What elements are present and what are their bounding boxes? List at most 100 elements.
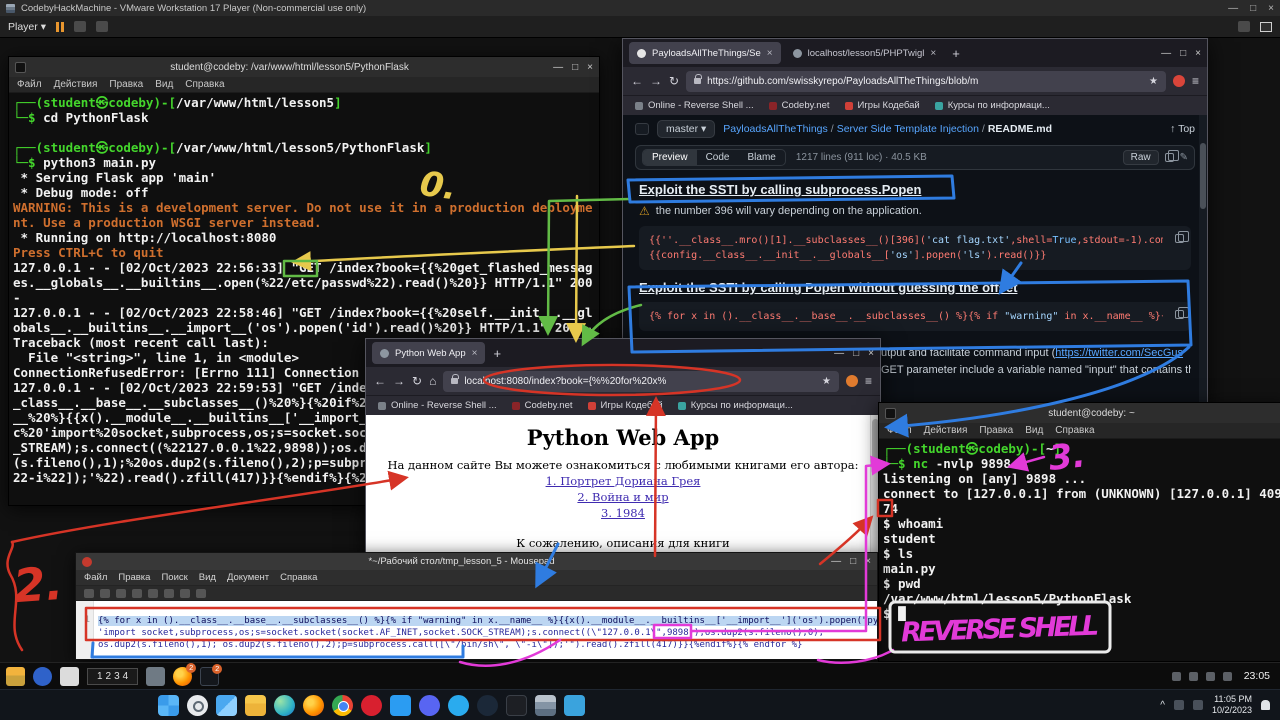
close-button[interactable]: ×: [865, 556, 871, 567]
start-icon[interactable]: [158, 695, 179, 716]
redo-icon[interactable]: [148, 589, 158, 598]
minimize-button[interactable]: —: [834, 348, 844, 359]
unity-mode-icon[interactable]: [1260, 22, 1272, 32]
close-button[interactable]: ×: [587, 62, 593, 73]
mousepad-titlebar[interactable]: *~/Рабочий стол/tmp_lesson_5 - Mousepad …: [76, 553, 877, 570]
forward-button[interactable]: →: [393, 374, 405, 388]
menu-icon[interactable]: ≡: [865, 374, 872, 388]
notification-bell-icon[interactable]: [1261, 700, 1270, 710]
close-button[interactable]: ×: [868, 348, 874, 359]
vm-clock[interactable]: 23:05: [1244, 670, 1270, 682]
terminal-menu-item[interactable]: Вид: [1025, 425, 1043, 436]
bookmark-item[interactable]: Online - Reverse Shell ...: [635, 100, 754, 111]
book-link-3[interactable]: 3. 1984: [366, 506, 880, 520]
terminal-titlebar[interactable]: student@codeby: ~: [879, 403, 1280, 423]
bookmark-star-icon[interactable]: ★: [822, 376, 831, 387]
bookmark-item[interactable]: Игры Кодебай: [588, 400, 663, 411]
tab-close-icon[interactable]: ×: [930, 48, 936, 59]
telegram-icon[interactable]: [448, 695, 469, 716]
files-icon[interactable]: [60, 667, 79, 686]
new-file-icon[interactable]: [84, 589, 94, 598]
editor-menu-item[interactable]: Документ: [227, 572, 269, 583]
search-icon[interactable]: [187, 695, 208, 716]
back-to-top-link[interactable]: ↑ Top: [1170, 123, 1195, 135]
tab-close-icon[interactable]: ×: [472, 348, 478, 359]
minimize-button[interactable]: —: [1161, 48, 1171, 59]
terminal-menu-item[interactable]: Справка: [1055, 425, 1094, 436]
tab-close-icon[interactable]: ×: [767, 48, 773, 59]
reload-button[interactable]: ↻: [412, 374, 422, 388]
terminal-menu-item[interactable]: Файл: [887, 425, 912, 436]
terminal-icon[interactable]: 2: [200, 667, 219, 686]
new-tab-button[interactable]: +: [489, 346, 505, 361]
close-button[interactable]: ×: [1195, 48, 1201, 59]
firefox-icon[interactable]: [303, 695, 324, 716]
edit-pencil-icon[interactable]: ✎: [1180, 152, 1188, 163]
terminal-icon[interactable]: [506, 695, 527, 716]
volume-icon[interactable]: [1189, 672, 1198, 681]
vmware-minimize-button[interactable]: —: [1228, 3, 1238, 14]
tab-blame[interactable]: Blame: [738, 150, 784, 165]
menu-icon[interactable]: ≡: [1192, 74, 1199, 88]
editor-body[interactable]: 1 {% for x in ().__class__.__base__.__su…: [76, 601, 877, 659]
ctrl-alt-del-icon[interactable]: [74, 21, 86, 32]
maximize-button[interactable]: □: [1180, 48, 1186, 59]
save-icon[interactable]: [116, 589, 126, 598]
bookmark-item[interactable]: Курсы по информаци...: [935, 100, 1050, 111]
network-icon[interactable]: [1174, 700, 1184, 710]
terminal-menu-item[interactable]: Действия: [54, 79, 98, 90]
notifications-icon[interactable]: [1223, 672, 1232, 681]
terminal-menu-item[interactable]: Правка: [109, 79, 143, 90]
bookmark-item[interactable]: Codeby.net: [512, 400, 573, 411]
maximize-button[interactable]: □: [853, 348, 859, 359]
terminal-menu-item[interactable]: Справка: [185, 79, 224, 90]
tab-localhost-phptwig[interactable]: localhost/lesson5/PHPTwigl ×: [785, 42, 945, 64]
terminal-menu-item[interactable]: Вид: [155, 79, 173, 90]
widgets-icon[interactable]: [216, 695, 237, 716]
vmware-maximize-button[interactable]: □: [1250, 3, 1256, 14]
tab-preview[interactable]: Preview: [643, 150, 697, 165]
bookmark-item[interactable]: Online - Reverse Shell ...: [378, 400, 497, 411]
tab-code[interactable]: Code: [697, 150, 739, 165]
chrome-icon[interactable]: [332, 695, 353, 716]
forward-button[interactable]: →: [650, 74, 662, 88]
editor-text[interactable]: {% for x in ().__class__.__base__.__subc…: [94, 601, 877, 659]
bookmark-item[interactable]: Игры Кодебай: [845, 100, 920, 111]
reload-button[interactable]: ↻: [669, 74, 679, 88]
branch-selector[interactable]: master ▾: [657, 120, 715, 138]
maximize-button[interactable]: □: [572, 62, 578, 73]
copy-icon[interactable]: [1175, 234, 1184, 243]
cut-icon[interactable]: [164, 589, 174, 598]
devices-icon[interactable]: [1238, 21, 1250, 32]
url-bar[interactable]: localhost:8080/index?book={%%20for%20x% …: [443, 371, 839, 392]
back-button[interactable]: ←: [374, 374, 386, 388]
terminal-titlebar[interactable]: student@codeby: /var/www/html/lesson5/Py…: [9, 57, 599, 77]
editor-menu-item[interactable]: Поиск: [161, 572, 187, 583]
terminal-menu-item[interactable]: Правка: [979, 425, 1013, 436]
editor-menu-item[interactable]: Вид: [199, 572, 216, 583]
bookmark-star-icon[interactable]: ★: [1149, 76, 1158, 87]
extension-icon[interactable]: [846, 375, 858, 387]
back-button[interactable]: ←: [631, 74, 643, 88]
edge-icon[interactable]: [274, 695, 295, 716]
battery-icon[interactable]: [1206, 672, 1215, 681]
editor-menu-item[interactable]: Справка: [280, 572, 317, 583]
volume-icon[interactable]: [1193, 700, 1203, 710]
breadcrumb-repo-link[interactable]: PayloadsAllTheThings: [723, 123, 827, 135]
ssti-popen-heading[interactable]: Exploit the SSTI by calling Popen withou…: [639, 280, 1191, 295]
file-tree-icon[interactable]: [635, 123, 649, 135]
url-bar[interactable]: https://github.com/swisskyrepo/PayloadsA…: [686, 71, 1166, 92]
book-link-1[interactable]: 1. Портрет Дориана Грея: [366, 474, 880, 488]
app-menu-icon[interactable]: [6, 667, 25, 686]
vscode-icon[interactable]: [390, 695, 411, 716]
editor-menu-item[interactable]: Правка: [118, 572, 150, 583]
account-avatar[interactable]: [1173, 75, 1185, 87]
open-file-icon[interactable]: [100, 589, 110, 598]
workspace-switcher[interactable]: 1234: [87, 668, 138, 685]
bookmark-item[interactable]: Codeby.net: [769, 100, 830, 111]
open-app-icon[interactable]: [146, 667, 165, 686]
firefox-icon[interactable]: 2: [173, 667, 192, 686]
copy-icon[interactable]: [180, 589, 190, 598]
home-button[interactable]: ⌂: [429, 374, 436, 388]
ssti-subprocess-heading[interactable]: Exploit the SSTI by calling subprocess.P…: [639, 182, 1191, 197]
